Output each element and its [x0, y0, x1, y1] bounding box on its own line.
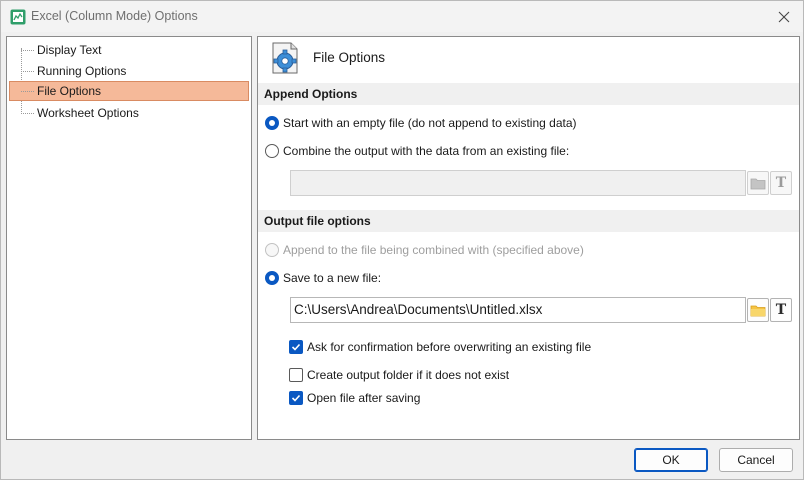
new-file-path-input[interactable]: C:\Users\Andrea\Documents\Untitled.xlsx — [290, 297, 746, 323]
ok-button[interactable]: OK — [634, 448, 708, 472]
cancel-button[interactable]: Cancel — [719, 448, 793, 472]
options-dialog: Excel (Column Mode) Options Display Text… — [0, 0, 804, 480]
tree-item-label: Running Options — [37, 64, 127, 78]
checkmark-icon — [291, 343, 301, 351]
close-button[interactable] — [771, 5, 797, 29]
browse-existing-button[interactable] — [747, 171, 769, 195]
app-chart-icon — [10, 9, 26, 25]
options-tree: Display Text Running Options File Option… — [6, 36, 252, 440]
radio-button[interactable] — [265, 144, 279, 158]
title-bar: Excel (Column Mode) Options — [1, 1, 803, 32]
folder-icon — [750, 305, 766, 317]
radio-start-empty[interactable]: Start with an empty file (do not append … — [265, 114, 577, 132]
new-file-text-button[interactable]: T — [770, 298, 792, 322]
folder-icon — [750, 178, 766, 190]
checkbox-open-after-saving[interactable]: Open file after saving — [289, 389, 420, 407]
checkbox-label: Ask for confirmation before overwriting … — [307, 340, 592, 354]
text-t-icon: T — [775, 175, 787, 191]
append-options-heading: Append Options — [258, 83, 799, 105]
radio-save-new-file[interactable]: Save to a new file: — [265, 269, 381, 287]
tree-item-label: Display Text — [37, 43, 102, 57]
close-icon — [778, 11, 790, 23]
file-settings-icon — [272, 42, 298, 74]
file-options-panel: File Options Append Options Start with a… — [257, 36, 800, 440]
radio-append-combined[interactable]: Append to the file being combined with (… — [265, 241, 584, 259]
checkbox-create-folder[interactable]: Create output folder if it does not exis… — [289, 366, 509, 384]
radio-label: Save to a new file: — [283, 271, 382, 285]
existing-file-input[interactable] — [290, 170, 746, 196]
tree-item-label: File Options — [37, 84, 102, 98]
tree-item-worksheet-options[interactable]: Worksheet Options — [9, 103, 249, 123]
radio-button[interactable] — [265, 243, 279, 257]
radio-combine-existing[interactable]: Combine the output with the data from an… — [265, 142, 569, 160]
panel-title: File Options — [313, 50, 386, 65]
radio-label: Append to the file being combined with (… — [283, 243, 584, 257]
checkbox[interactable] — [289, 391, 303, 405]
existing-text-button[interactable]: T — [770, 171, 792, 195]
checkbox[interactable] — [289, 368, 303, 382]
tree-item-running-options[interactable]: Running Options — [9, 61, 249, 81]
radio-label: Start with an empty file (do not append … — [283, 116, 577, 130]
tree-item-file-options[interactable]: File Options — [9, 81, 249, 101]
radio-button[interactable] — [265, 271, 279, 285]
browse-new-file-button[interactable] — [747, 298, 769, 322]
checkbox-label: Create output folder if it does not exis… — [307, 368, 510, 382]
radio-label: Combine the output with the data from an… — [283, 144, 570, 158]
radio-button[interactable] — [265, 116, 279, 130]
checkmark-icon — [291, 394, 301, 402]
checkbox[interactable] — [289, 340, 303, 354]
checkbox-label: Open file after saving — [307, 391, 421, 405]
window-title: Excel (Column Mode) Options — [31, 9, 198, 23]
output-file-options-heading: Output file options — [258, 210, 799, 232]
text-t-icon: T — [775, 302, 787, 318]
tree-item-label: Worksheet Options — [37, 106, 139, 120]
checkbox-confirm-overwrite[interactable]: Ask for confirmation before overwriting … — [289, 338, 591, 356]
tree-item-display-text[interactable]: Display Text — [9, 40, 249, 60]
